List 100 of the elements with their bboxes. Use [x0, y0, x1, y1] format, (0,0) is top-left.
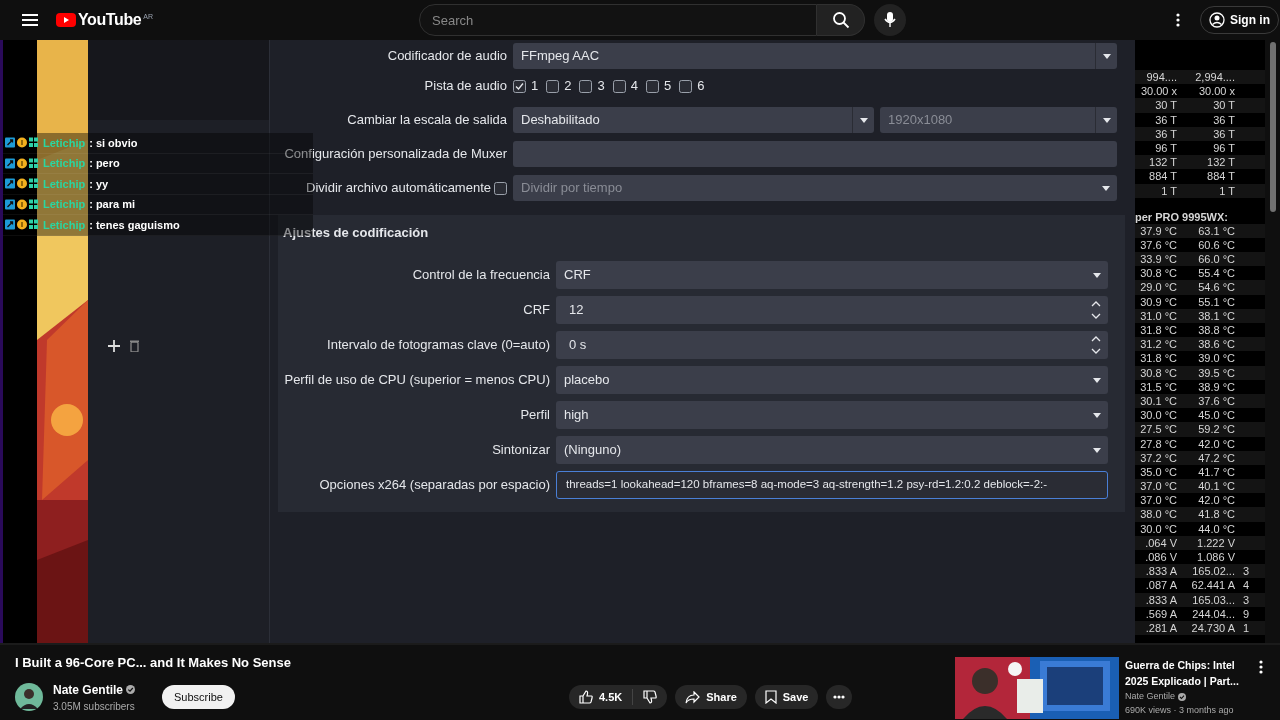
- sensor-value: 24.730 A: [1190, 620, 1235, 636]
- voice-search-button[interactable]: [874, 4, 906, 36]
- dropdown[interactable]: CRF: [556, 260, 1108, 289]
- logo-text[interactable]: YouTube: [78, 12, 142, 28]
- microphone-icon: [884, 12, 896, 28]
- sensor-value: .087 A: [1144, 578, 1177, 593]
- sensor-value: 38.0 °C: [1139, 507, 1177, 522]
- sensor-value: .281 A: [1144, 620, 1177, 636]
- input-field[interactable]: [513, 141, 1117, 167]
- dropdown-caret-icon: [1100, 183, 1112, 193]
- sensor-value: 42.0 °C: [1197, 493, 1235, 508]
- sensor-value: 1 T: [1218, 183, 1235, 198]
- dropdown[interactable]: high: [556, 400, 1108, 429]
- sensor-value: 38.9 °C: [1197, 379, 1235, 394]
- input-field[interactable]: threads=1 lookahead=120 bframes=8 aq-mode=3 aq-strength=1.2 psy-rd=1.2:0.2 deblock=-2:-: [556, 470, 1108, 499]
- sensor-value: 40.1 °C: [1197, 479, 1235, 494]
- checkbox[interactable]: [546, 79, 560, 93]
- search-button[interactable]: [817, 4, 865, 36]
- sensor-value: 66.0 °C: [1197, 252, 1235, 267]
- sensor-value: 30.8 °C: [1139, 365, 1177, 380]
- sensor-value: 994....: [1145, 70, 1177, 85]
- field-label: Perfil: [519, 405, 550, 424]
- spin-box[interactable]: 12: [556, 295, 1108, 324]
- chat-badges-icon: [5, 219, 39, 231]
- menu-icon[interactable]: [22, 13, 38, 27]
- sensor-value: 30.1 °C: [1139, 393, 1177, 409]
- sensor-value: 884 T: [1206, 169, 1235, 184]
- subscribe-button[interactable]: Subscribe: [162, 685, 235, 709]
- channel-name[interactable]: Nate Gentile: [1125, 690, 1176, 704]
- channel-avatar-icon[interactable]: [15, 683, 43, 711]
- sensor-value: 36 T: [1212, 126, 1235, 141]
- sensor-value: 62.441 A: [1190, 578, 1235, 593]
- field-label: Control de la frecuencia: [411, 265, 550, 284]
- sensor-value: 45.0 °C: [1197, 408, 1235, 423]
- channel-name[interactable]: Nate Gentile: [53, 680, 124, 699]
- sensor-value: 39.5 °C: [1197, 365, 1235, 380]
- dropdown[interactable]: Deshabilitado: [513, 107, 874, 133]
- field-label: Sintonizar: [491, 440, 550, 459]
- sensor-value: 38.1 °C: [1197, 308, 1235, 323]
- sensor-value: 30.9 °C: [1139, 294, 1177, 309]
- chat-username: Letichip: [43, 156, 86, 171]
- sensor-value: 54.6 °C: [1197, 280, 1235, 295]
- sensor-value: 30 T: [1154, 98, 1177, 113]
- more-icon[interactable]: [1176, 13, 1180, 27]
- field-label: Pista de audio: [423, 77, 507, 96]
- sensor-value: 42.0 °C: [1197, 436, 1235, 451]
- dropdown-caret-icon: [1100, 115, 1113, 125]
- sensor-value: 31.2 °C: [1139, 337, 1177, 352]
- chat-message: : tenes gaguismo: [89, 217, 180, 233]
- sensor-value: 132 T: [1206, 155, 1235, 170]
- chat-badges-icon: [5, 137, 39, 149]
- spin-box[interactable]: 0 s: [556, 330, 1108, 359]
- chat-username: Letichip: [43, 135, 86, 151]
- checkbox[interactable]: [645, 79, 659, 93]
- checkbox[interactable]: [513, 79, 526, 93]
- dropdown-caret-icon: [857, 115, 870, 125]
- sensor-value: 41.7 °C: [1197, 464, 1235, 480]
- sensor-value: 1 T: [1160, 183, 1177, 198]
- add-icon[interactable]: [108, 340, 120, 352]
- chat-badges-icon: [5, 198, 39, 210]
- sensor-value: .833 A: [1144, 592, 1177, 607]
- sensor-value: 38.8 °C: [1197, 323, 1235, 338]
- checkbox[interactable]: [612, 79, 626, 93]
- share-button[interactable]: Share: [675, 685, 747, 709]
- sensor-value: 30 T: [1212, 98, 1235, 113]
- share-arrow-icon: [685, 690, 701, 704]
- sensor-value: 96 T: [1212, 140, 1235, 156]
- dropdown[interactable]: FFmpeg AAC: [513, 43, 1117, 69]
- checkbox-label: 1: [531, 77, 539, 96]
- save-button[interactable]: Save: [754, 685, 819, 709]
- search-field[interactable]: Search: [419, 4, 817, 36]
- sensor-value: 3: [1241, 564, 1249, 579]
- field-label: Dividir archivo automáticamente: [306, 179, 491, 198]
- sensor-value: 30.00 x: [1139, 84, 1177, 99]
- checkbox-label: 5: [663, 77, 672, 96]
- sensor-value: 29.0 °C: [1139, 280, 1177, 295]
- sensor-value: 244.04...: [1191, 606, 1235, 621]
- scrollbar-thumb[interactable]: [1269, 42, 1276, 212]
- more-icon[interactable]: [1259, 660, 1263, 674]
- more-actions-button[interactable]: [826, 685, 853, 709]
- checkbox[interactable]: [579, 79, 593, 93]
- sensor-value: 30.0 °C: [1139, 408, 1177, 423]
- trash-icon[interactable]: [130, 340, 139, 352]
- dropdown[interactable]: (Ninguno): [556, 435, 1108, 464]
- sensor-value: 37.2 °C: [1139, 450, 1177, 465]
- dropdown[interactable]: placebo: [556, 365, 1108, 394]
- recommended-video-title[interactable]: Guerra de Chips: Intel 2025 Explicado | Part...: [1125, 657, 1251, 689]
- sensor-value: 36 T: [1154, 126, 1177, 141]
- sensor-value: .833 A: [1144, 564, 1177, 579]
- sensor-value: 30.00 x: [1197, 84, 1235, 99]
- sensor-value: 37.9 °C: [1139, 223, 1177, 238]
- ellipsis-icon: [833, 695, 846, 699]
- sensor-value: 60.6 °C: [1197, 237, 1235, 253]
- checkbox[interactable]: [679, 79, 693, 93]
- verified-icon: [126, 685, 136, 694]
- sensor-value: 63.1 °C: [1197, 223, 1235, 238]
- sensor-value: 1: [1241, 620, 1249, 636]
- verified-icon: [1178, 692, 1187, 701]
- sensor-value: 96 T: [1154, 140, 1177, 156]
- account-icon: [1209, 12, 1225, 28]
